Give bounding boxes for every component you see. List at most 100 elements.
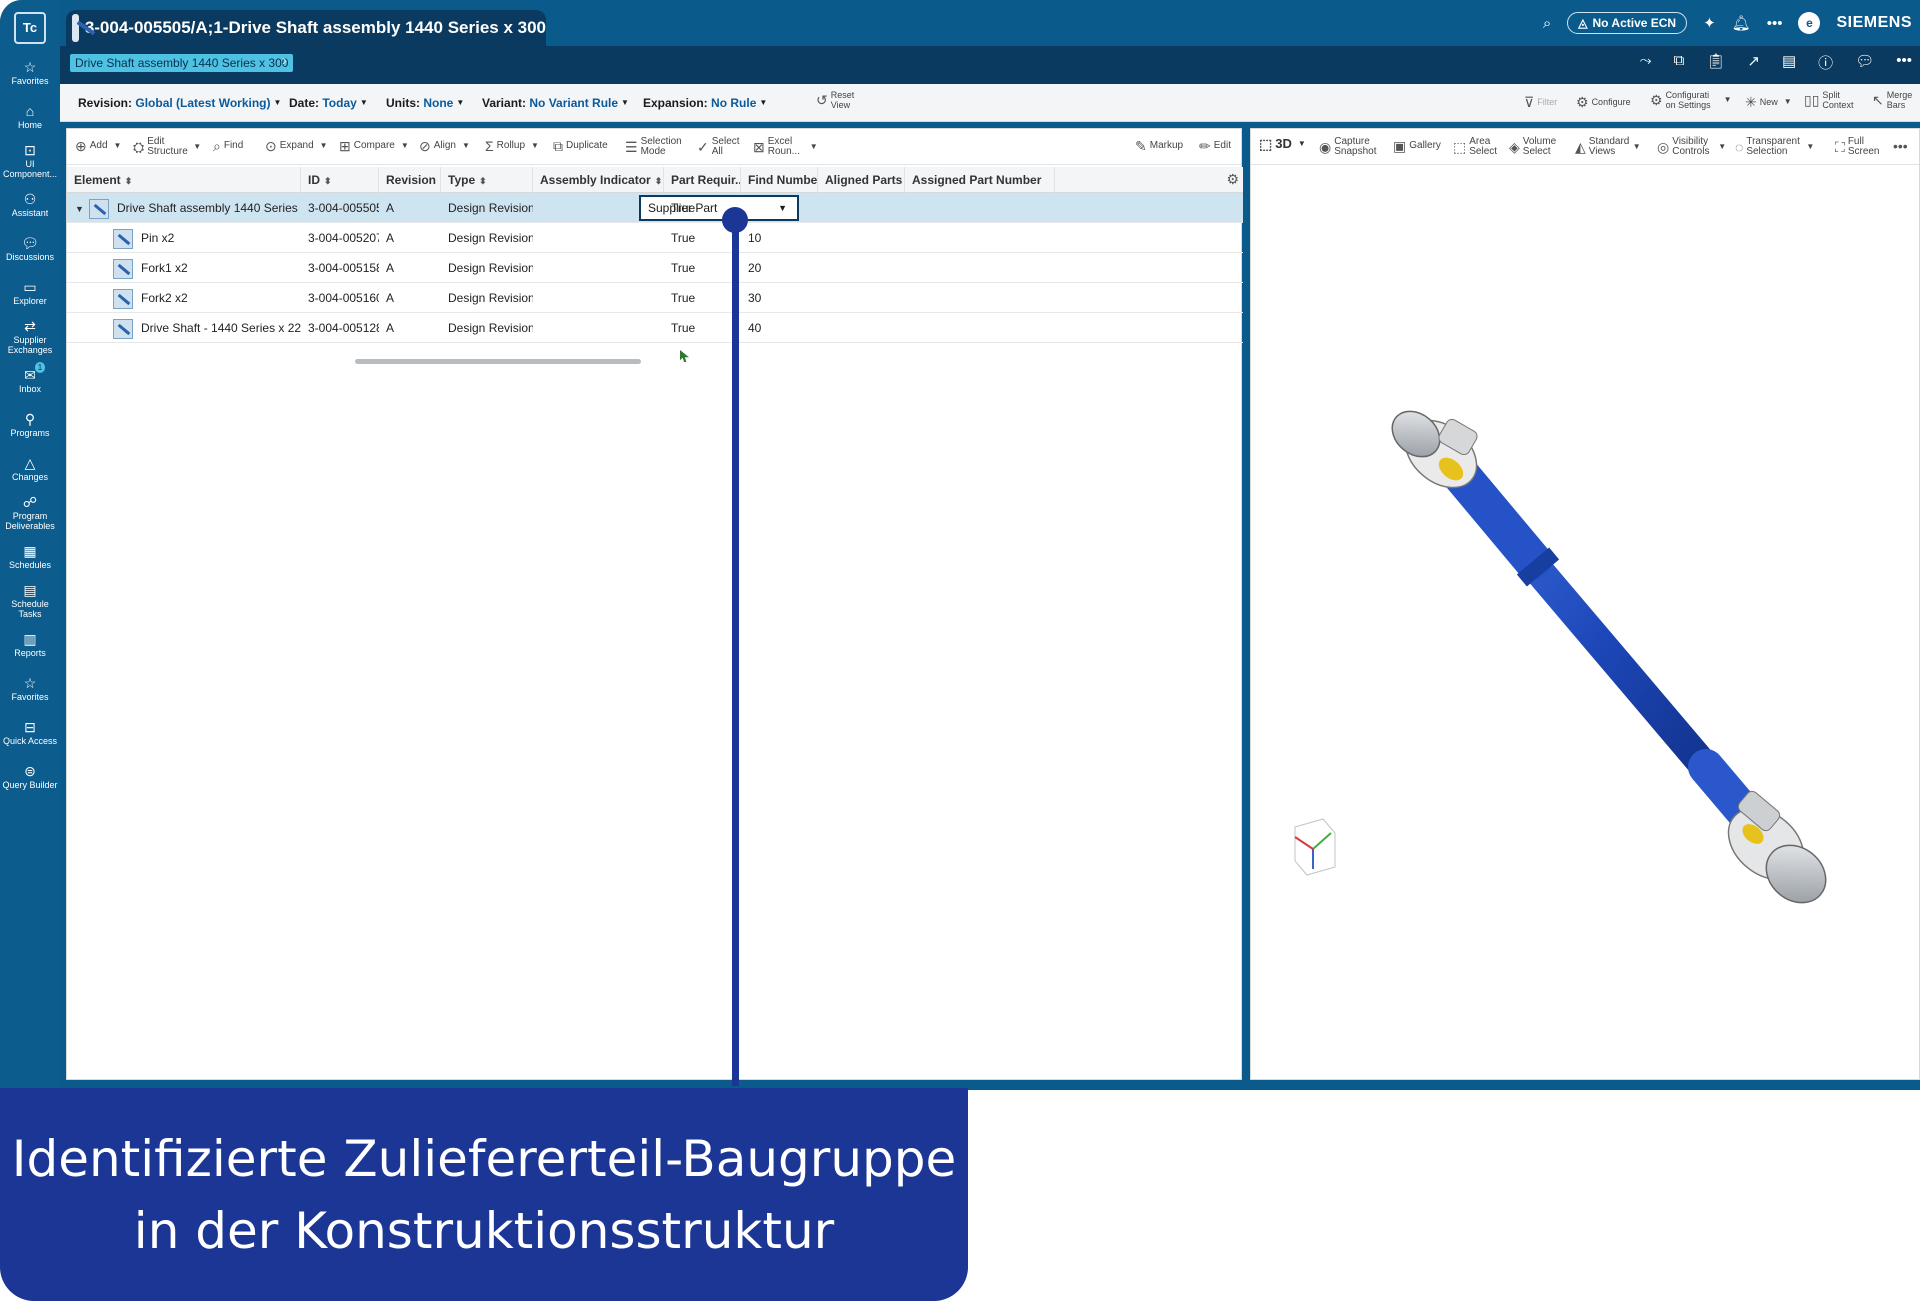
- sort-icon[interactable]: ⬍: [125, 176, 133, 186]
- column-header[interactable]: Assembly Indicator ⬍: [533, 167, 664, 193]
- nav-item-reports[interactable]: ▥ Reports: [0, 622, 60, 666]
- sort-icon[interactable]: ⬍: [479, 176, 487, 186]
- nav-item-home[interactable]: ⌂ Home: [0, 94, 60, 138]
- visibility-controls-button[interactable]: ◎ Visibility Controls ▼: [1657, 137, 1726, 157]
- markup-icon: ✎: [1135, 138, 1147, 154]
- column-header[interactable]: ID ⬍: [301, 167, 379, 193]
- nav-item-assistant[interactable]: ⚇ Assistant: [0, 182, 60, 226]
- configure-button[interactable]: ⚙︎ Configure: [1576, 95, 1631, 109]
- avatar[interactable]: e: [1798, 12, 1821, 34]
- comments-icon[interactable]: 💬︎: [1855, 52, 1874, 73]
- column-header[interactable]: Part Requir...⬍: [664, 167, 741, 193]
- reset-view-button[interactable]: ↺ Reset View: [816, 90, 861, 110]
- duplicate-button[interactable]: ⧉ Duplicate: [553, 139, 608, 153]
- column-header[interactable]: Revision⬍: [379, 167, 441, 193]
- selection-mode-button[interactable]: ☰ Selection Mode: [625, 137, 682, 157]
- expansion-rule[interactable]: Expansion: No Rule ▼: [643, 96, 767, 110]
- chevron-right-icon[interactable]: ›: [282, 52, 287, 69]
- nav-item-explorer[interactable]: ▭ Explorer: [0, 270, 60, 314]
- cell-element: ▼ Drive Shaft assembly 1440 Series x 300: [67, 193, 301, 223]
- nav-item-inbox[interactable]: ✉ Inbox 1: [0, 358, 60, 402]
- align-button[interactable]: ⊘ Align ▼: [419, 139, 470, 153]
- nav-item-favorites-2[interactable]: ☆ Favorites: [0, 666, 60, 710]
- nav-item-query-builder[interactable]: ⊜ Query Builder: [0, 754, 60, 798]
- overflow-icon[interactable]: •••: [1896, 52, 1912, 73]
- nav-item-program-deliverables[interactable]: ☍ Program Deliverables: [0, 490, 60, 534]
- paste-icon[interactable]: 📋︎: [1706, 52, 1725, 73]
- compare-button[interactable]: ⊞ Compare ▼: [339, 139, 409, 153]
- 3d-viewport[interactable]: [1251, 169, 1920, 1081]
- nav-item-favorites[interactable]: ☆ Favorites: [0, 50, 60, 94]
- revision-rule[interactable]: Revision: Global (Latest Working) ▼: [78, 96, 281, 110]
- table-row[interactable]: ▼ Drive Shaft assembly 1440 Series x 300 3…: [67, 193, 1243, 223]
- transparent-selection-button[interactable]: ◌ Transparent Selection ▼: [1735, 137, 1814, 157]
- area-select-button[interactable]: ⬚ Area Select: [1453, 137, 1497, 157]
- expand-button[interactable]: ⊙ Expand ▼: [265, 139, 328, 153]
- variant-rule[interactable]: Variant: No Variant Rule ▼: [482, 96, 629, 110]
- split-context-button[interactable]: ▯▯ Split Context: [1804, 90, 1858, 110]
- cell-text: True: [671, 291, 696, 305]
- nav-item-supplier-exchanges[interactable]: ⇄ Supplier Exchanges: [0, 314, 60, 358]
- nav-item-quick-access[interactable]: ⊟ Quick Access: [0, 710, 60, 754]
- title-tab[interactable]: 3-004-005505/A;1-Drive Shaft assembly 14…: [66, 10, 546, 46]
- more-icon[interactable]: •••: [1767, 15, 1783, 32]
- configuration-settings-button[interactable]: ⚙︎ Configurati on Settings ▼: [1650, 90, 1731, 110]
- column-header[interactable]: Type ⬍: [441, 167, 533, 193]
- capture-snapshot-button[interactable]: ◉ Capture Snapshot: [1319, 137, 1376, 157]
- search-icon[interactable]: ⌕: [1543, 15, 1551, 32]
- column-header[interactable]: Aligned Parts⬍: [818, 167, 905, 193]
- find-button[interactable]: ⌕ Find: [213, 139, 243, 153]
- add-button[interactable]: ⊕ Add ▼: [75, 139, 121, 153]
- filter-button[interactable]: ⊽ Filter: [1524, 95, 1557, 109]
- rollup-button[interactable]: Σ Rollup ▼: [485, 139, 539, 153]
- ecn-badge[interactable]: ◬ No Active ECN: [1567, 12, 1688, 34]
- column-settings-icon[interactable]: ⚙︎: [1226, 171, 1239, 188]
- view-mode-select[interactable]: ⬚ 3D ▼: [1259, 137, 1306, 151]
- edit-structure-button[interactable]: ⛭ Edit Structure ▼: [133, 137, 201, 157]
- nav-item-programs[interactable]: ⚲ Programs: [0, 402, 60, 446]
- copy-icon[interactable]: ⧉: [1674, 52, 1685, 73]
- excel-roundtrip-button[interactable]: ⊠ Excel Roun... ▼: [753, 137, 818, 157]
- select-all-button[interactable]: ✓ Select All: [697, 137, 740, 157]
- table-row[interactable]: Drive Shaft - 1440 Series x 220 3-004-005…: [67, 313, 1243, 343]
- new-button[interactable]: ✳ New ▼: [1745, 95, 1792, 109]
- open-icon[interactable]: ↗: [1747, 52, 1760, 73]
- column-header[interactable]: Element ⬍: [67, 167, 301, 193]
- nav-item-schedules[interactable]: ▦ Schedules: [0, 534, 60, 578]
- merge-bars-button[interactable]: ↖ Merge Bars: [1872, 90, 1917, 110]
- orientation-triad[interactable]: [1294, 818, 1336, 876]
- sparkle-icon[interactable]: ✦: [1703, 14, 1716, 32]
- collapse-toggle-icon[interactable]: ▼: [75, 194, 89, 223]
- volume-select-button[interactable]: ◈ Volume Select: [1509, 137, 1557, 157]
- nav-item-changes[interactable]: △ Changes: [0, 446, 60, 490]
- table-row[interactable]: Fork1 x2 3-004-005158 A Design Revision True…: [67, 253, 1243, 283]
- column-header[interactable]: Assigned Part Number: [905, 167, 1055, 193]
- nav-list: ☆ Favorites ⌂ Home ⊡ UI Component... ⚇ Assistan…: [0, 50, 60, 798]
- sort-icon[interactable]: ⬍: [440, 176, 441, 186]
- breadcrumb[interactable]: Drive Shaft assembly 1440 Series x 300: [70, 54, 294, 72]
- ecn-icon: ◬: [1578, 16, 1588, 30]
- sort-icon[interactable]: ⬍: [324, 176, 332, 186]
- info-icon[interactable]: ⓘ: [1818, 52, 1833, 73]
- horizontal-scrollbar[interactable]: [355, 359, 641, 364]
- chat-icon: 💬︎: [21, 234, 39, 251]
- standard-views-button[interactable]: ◭ Standard Views ▼: [1575, 137, 1641, 157]
- table-row[interactable]: Pin x2 3-004-005207 A Design Revision True 10: [67, 223, 1243, 253]
- nav-item-ui-components[interactable]: ⊡ UI Component...: [0, 138, 60, 182]
- date-rule[interactable]: Date: Today ▼: [289, 96, 368, 110]
- column-header[interactable]: Find Number⬍: [741, 167, 818, 193]
- sort-icon[interactable]: ⬍: [655, 176, 663, 186]
- viewer-more-button[interactable]: •••: [1893, 139, 1908, 153]
- edit-button[interactable]: ✏︎ Edit: [1199, 139, 1231, 153]
- bell-icon[interactable]: 🔔︎: [1732, 14, 1751, 32]
- table-row[interactable]: Fork2 x2 3-004-005160 A Design Revision True…: [67, 283, 1243, 313]
- units-rule[interactable]: Units: None ▼: [386, 96, 464, 110]
- layout-icon[interactable]: ▤: [1782, 52, 1796, 73]
- full-screen-button[interactable]: ⛶ Full Screen: [1835, 137, 1880, 157]
- markup-button[interactable]: ✎ Markup: [1135, 138, 1183, 154]
- nav-item-schedule-tasks[interactable]: ▤ Schedule Tasks: [0, 578, 60, 622]
- share-icon[interactable]: ⤳: [1640, 52, 1652, 73]
- app-logo[interactable]: Tc: [14, 12, 46, 44]
- nav-item-discussions[interactable]: 💬︎ Discussions: [0, 226, 60, 270]
- gallery-button[interactable]: ▣ Gallery: [1393, 139, 1441, 153]
